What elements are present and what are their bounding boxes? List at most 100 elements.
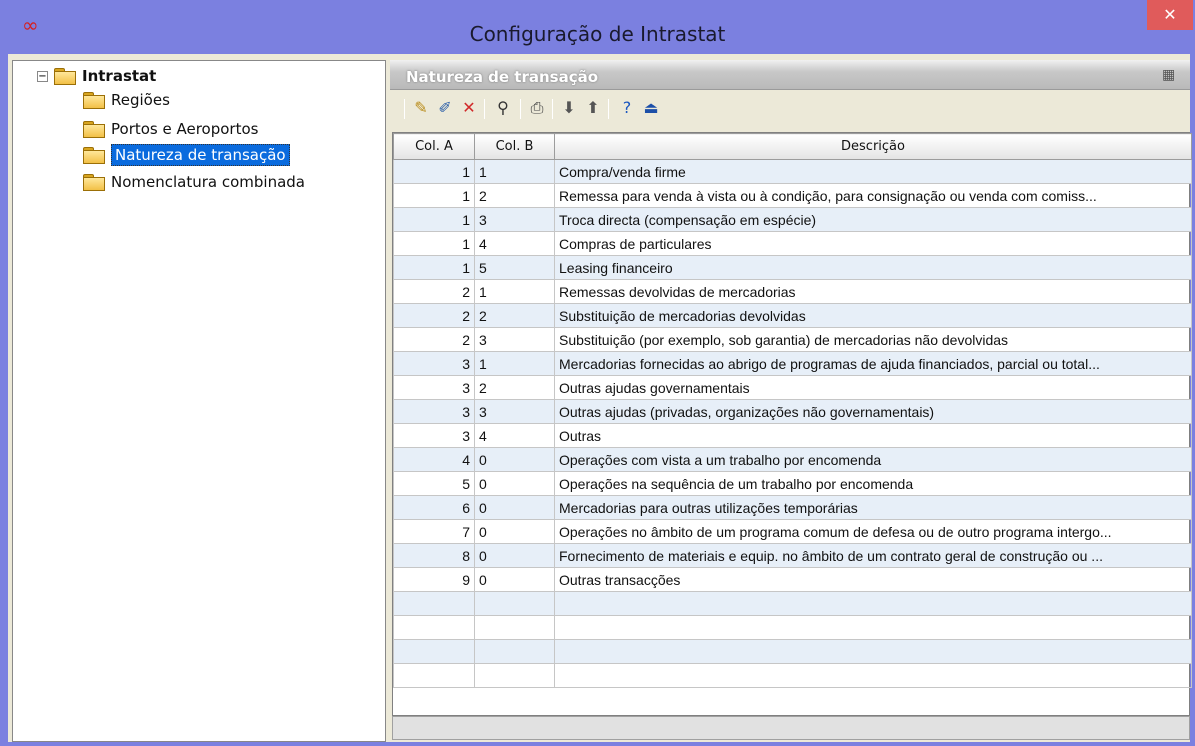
cell-col-b[interactable]: 5 bbox=[474, 255, 555, 280]
table-row[interactable]: 2 3 Substituição (por exemplo, sob garanti… bbox=[393, 327, 1192, 352]
table-row[interactable]: 3 2 Outras ajudas governamentais bbox=[393, 375, 1192, 400]
cell-descricao[interactable]: Mercadorias para outras utilizações temp… bbox=[554, 495, 1192, 520]
delete-icon[interactable]: ✕ bbox=[458, 97, 480, 119]
cell-col-a[interactable]: 1 bbox=[393, 231, 475, 256]
empty-cell[interactable] bbox=[474, 639, 555, 664]
cell-descricao[interactable]: Mercadorias fornecidas ao abrigo de prog… bbox=[554, 351, 1192, 376]
empty-cell[interactable] bbox=[393, 639, 475, 664]
table-row-empty[interactable] bbox=[393, 663, 1192, 688]
cell-col-b[interactable]: 1 bbox=[474, 351, 555, 376]
table-row[interactable]: 3 1 Mercadorias fornecidas ao abrigo de pr… bbox=[393, 351, 1192, 376]
cell-col-b[interactable]: 1 bbox=[474, 159, 555, 184]
empty-cell[interactable] bbox=[554, 639, 1192, 664]
cell-col-a[interactable]: 2 bbox=[393, 327, 475, 352]
import-icon[interactable]: ⬇ bbox=[558, 97, 580, 119]
cell-col-a[interactable]: 1 bbox=[393, 255, 475, 280]
table-row[interactable]: 3 3 Outras ajudas (privadas, organizações … bbox=[393, 399, 1192, 424]
cell-descricao[interactable]: Leasing financeiro bbox=[554, 255, 1192, 280]
empty-cell[interactable] bbox=[554, 591, 1192, 616]
table-row[interactable]: 1 5 Leasing financeiro bbox=[393, 255, 1192, 280]
table-row[interactable]: 2 2 Substituição de mercadorias devolvidas bbox=[393, 303, 1192, 328]
table-row[interactable]: 6 0 Mercadorias para outras utilizações te… bbox=[393, 495, 1192, 520]
cell-descricao[interactable]: Outras transacções bbox=[554, 567, 1192, 592]
table-row-empty[interactable] bbox=[393, 615, 1192, 640]
tree-item-regioes[interactable]: Regiões bbox=[83, 89, 170, 111]
cell-descricao[interactable]: Operações no âmbito de um programa comum… bbox=[554, 519, 1192, 544]
cell-descricao[interactable]: Remessa para venda à vista ou à condição… bbox=[554, 183, 1192, 208]
empty-cell[interactable] bbox=[474, 663, 555, 688]
table-row[interactable]: 2 1 Remessas devolvidas de mercadorias bbox=[393, 279, 1192, 304]
empty-cell[interactable] bbox=[474, 615, 555, 640]
cell-col-b[interactable]: 0 bbox=[474, 519, 555, 544]
tree-root-intrastat[interactable]: − Intrastat bbox=[37, 65, 156, 87]
cell-col-a[interactable]: 5 bbox=[393, 471, 475, 496]
print-icon[interactable]: ⎙ bbox=[526, 97, 548, 119]
cell-descricao[interactable]: Remessas devolvidas de mercadorias bbox=[554, 279, 1192, 304]
cell-col-a[interactable]: 2 bbox=[393, 279, 475, 304]
table-row[interactable]: 1 4 Compras de particulares bbox=[393, 231, 1192, 256]
table-row[interactable]: 1 2 Remessa para venda à vista ou à condiç… bbox=[393, 183, 1192, 208]
cell-col-a[interactable]: 1 bbox=[393, 183, 475, 208]
cell-col-a[interactable]: 8 bbox=[393, 543, 475, 568]
column-header-col-b[interactable]: Col. B bbox=[474, 133, 555, 160]
table-row[interactable]: 1 1 Compra/venda firme bbox=[393, 159, 1192, 184]
table-row[interactable]: 1 3 Troca directa (compensação em espécie) bbox=[393, 207, 1192, 232]
empty-cell[interactable] bbox=[474, 591, 555, 616]
cell-col-b[interactable]: 2 bbox=[474, 183, 555, 208]
cell-descricao[interactable]: Substituição de mercadorias devolvidas bbox=[554, 303, 1192, 328]
table-row[interactable]: 5 0 Operações na sequência de um trabalho … bbox=[393, 471, 1192, 496]
title-bar[interactable]: ∞ Configuração de Intrastat ✕ bbox=[0, 0, 1195, 52]
empty-cell[interactable] bbox=[393, 615, 475, 640]
empty-cell[interactable] bbox=[393, 591, 475, 616]
cell-descricao[interactable]: Outras ajudas governamentais bbox=[554, 375, 1192, 400]
cell-col-a[interactable]: 4 bbox=[393, 447, 475, 472]
cell-col-b[interactable]: 0 bbox=[474, 447, 555, 472]
table-row-empty[interactable] bbox=[393, 639, 1192, 664]
cell-descricao[interactable]: Operações com vista a um trabalho por en… bbox=[554, 447, 1192, 472]
cell-col-b[interactable]: 3 bbox=[474, 207, 555, 232]
export-icon[interactable]: ⬆ bbox=[582, 97, 604, 119]
exit-icon[interactable]: ⏏ bbox=[640, 97, 662, 119]
cell-col-b[interactable]: 2 bbox=[474, 303, 555, 328]
collapse-icon[interactable]: − bbox=[37, 70, 48, 82]
cell-descricao[interactable]: Compras de particulares bbox=[554, 231, 1192, 256]
help-icon[interactable]: ? bbox=[616, 97, 638, 119]
tree-item-portos-aeroportos[interactable]: Portos e Aeroportos bbox=[83, 118, 258, 140]
empty-cell[interactable] bbox=[554, 663, 1192, 688]
cell-col-b[interactable]: 0 bbox=[474, 543, 555, 568]
table-row[interactable]: 8 0 Fornecimento de materiais e equip. no … bbox=[393, 543, 1192, 568]
edit-icon[interactable]: ✐ bbox=[434, 97, 456, 119]
cell-col-b[interactable]: 4 bbox=[474, 423, 555, 448]
cell-descricao[interactable]: Operações na sequência de um trabalho po… bbox=[554, 471, 1192, 496]
cell-col-b[interactable]: 2 bbox=[474, 375, 555, 400]
cell-col-a[interactable]: 7 bbox=[393, 519, 475, 544]
cell-col-b[interactable]: 3 bbox=[474, 399, 555, 424]
column-header-col-a[interactable]: Col. A bbox=[393, 133, 475, 160]
cell-col-a[interactable]: 1 bbox=[393, 207, 475, 232]
table-row[interactable]: 7 0 Operações no âmbito de um programa com… bbox=[393, 519, 1192, 544]
empty-cell[interactable] bbox=[554, 615, 1192, 640]
table-row[interactable]: 3 4 Outras bbox=[393, 423, 1192, 448]
cell-col-a[interactable]: 2 bbox=[393, 303, 475, 328]
cell-col-a[interactable]: 3 bbox=[393, 375, 475, 400]
cell-descricao[interactable]: Outras bbox=[554, 423, 1192, 448]
cell-col-b[interactable]: 1 bbox=[474, 279, 555, 304]
table-row[interactable]: 9 0 Outras transacções bbox=[393, 567, 1192, 592]
panel-options-icon[interactable]: ▦ bbox=[1162, 66, 1182, 84]
cell-descricao[interactable]: Outras ajudas (privadas, organizações nã… bbox=[554, 399, 1192, 424]
tree-item-natureza-transacao[interactable]: Natureza de transação bbox=[83, 144, 290, 166]
close-button[interactable]: ✕ bbox=[1147, 0, 1193, 30]
tree-item-nomenclatura-combinada[interactable]: Nomenclatura combinada bbox=[83, 171, 305, 193]
cell-descricao[interactable]: Compra/venda firme bbox=[554, 159, 1192, 184]
empty-cell[interactable] bbox=[393, 663, 475, 688]
find-icon[interactable]: ⚲ bbox=[492, 97, 514, 119]
cell-col-a[interactable]: 6 bbox=[393, 495, 475, 520]
cell-descricao[interactable]: Fornecimento de materiais e equip. no âm… bbox=[554, 543, 1192, 568]
cell-col-a[interactable]: 9 bbox=[393, 567, 475, 592]
cell-col-a[interactable]: 1 bbox=[393, 159, 475, 184]
cell-col-b[interactable]: 0 bbox=[474, 471, 555, 496]
table-row-empty[interactable] bbox=[393, 591, 1192, 616]
cell-col-b[interactable]: 3 bbox=[474, 327, 555, 352]
table-row[interactable]: 4 0 Operações com vista a um trabalho por … bbox=[393, 447, 1192, 472]
cell-col-b[interactable]: 0 bbox=[474, 567, 555, 592]
